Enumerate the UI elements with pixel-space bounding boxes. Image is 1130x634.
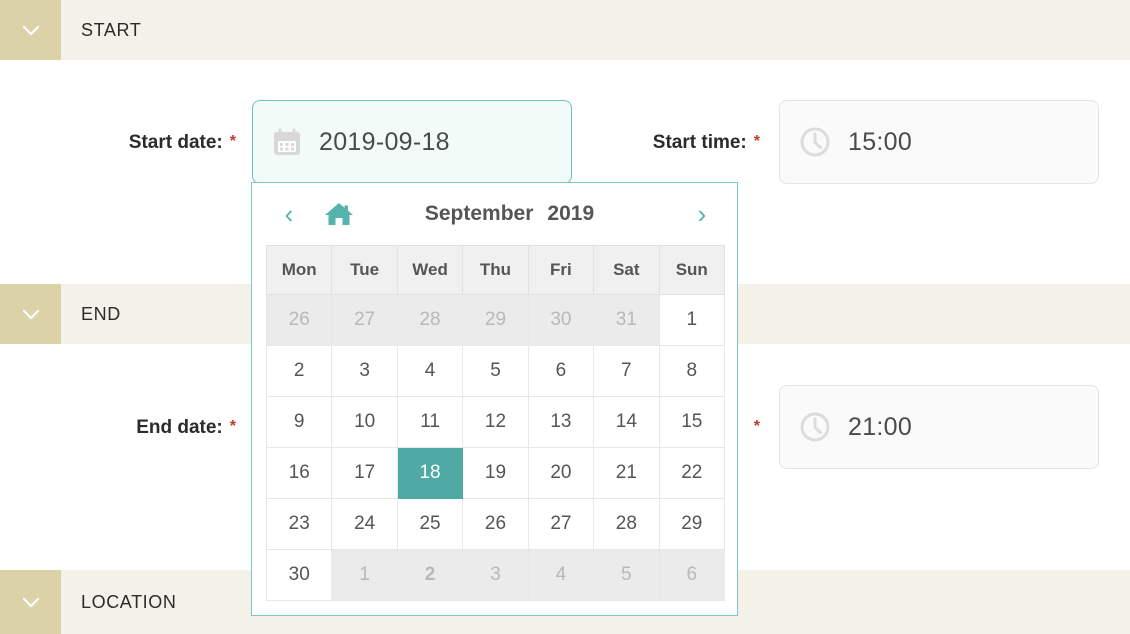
start-time-label: Start time: *	[560, 100, 760, 185]
calendar-day-cell[interactable]: 27	[527, 498, 595, 550]
weekday-header: Sat	[593, 245, 660, 295]
datepicker-month: September	[424, 202, 534, 225]
start-date-required-marker: *	[229, 133, 236, 150]
weekday-header: Mon	[265, 245, 333, 295]
start-date-input[interactable]: 2019-09-18	[252, 100, 572, 184]
end-time-required-marker: *	[753, 418, 760, 435]
section-title-start: START	[81, 19, 142, 40]
calendar-week-row: 9 10 11 12 13 14 15	[265, 396, 726, 448]
end-date-label: End date: *	[0, 385, 236, 470]
weekday-header: Fri	[527, 245, 595, 295]
calendar-day-cell[interactable]: 28	[593, 498, 660, 550]
calendar-day-cell[interactable]: 17	[331, 447, 398, 499]
calendar-week-row: 23 24 25 26 27 28 29	[265, 498, 726, 550]
calendar-day-cell[interactable]: 5	[593, 549, 660, 601]
start-time-input[interactable]: 15:00	[779, 100, 1099, 184]
calendar-day-cell[interactable]: 29	[658, 498, 726, 550]
calendar-day-cell[interactable]: 8	[658, 345, 726, 397]
calendar-day-cell[interactable]: 22	[658, 447, 726, 499]
calendar-day-cell[interactable]: 7	[593, 345, 660, 397]
clock-icon	[800, 127, 830, 157]
calendar-day-cell[interactable]: 30	[265, 549, 333, 601]
chevron-down-icon	[22, 597, 39, 608]
calendar-week-row: 16 17 18 19 20 21 22	[265, 447, 726, 499]
end-date-required-marker: *	[229, 418, 236, 435]
chevron-down-icon	[22, 309, 39, 320]
calendar-day-cell[interactable]: 9	[265, 396, 333, 448]
end-date-label-text: End date:	[136, 417, 223, 438]
calendar-day-cell[interactable]: 19	[462, 447, 529, 499]
start-date-label: Start date: *	[0, 100, 236, 185]
calendar-day-cell[interactable]: 29	[462, 294, 529, 346]
calendar-day-cell[interactable]: 3	[462, 549, 529, 601]
calendar-day-cell[interactable]: 27	[331, 294, 398, 346]
calendar-day-cell[interactable]: 14	[593, 396, 660, 448]
datepicker-year: 2019	[547, 202, 595, 225]
section-title-end: END	[81, 303, 121, 324]
calendar-day-cell[interactable]: 26	[265, 294, 333, 346]
datepicker-popup: ‹ September 2019 › Mon Tue Wed Thu Fri Sa…	[251, 182, 738, 616]
calendar-day-cell[interactable]: 11	[396, 396, 464, 448]
calendar-day-cell[interactable]: 4	[396, 345, 464, 397]
calendar-day-cell[interactable]: 25	[396, 498, 464, 550]
calendar-week-row: 2345678	[265, 345, 726, 397]
start-time-value: 15:00	[848, 127, 913, 156]
datepicker-weeks: 26 27 28 29 30 31 1 2 3 4 5 6 7 8 9 10 11 12 13 14 15 16 17 18 1…	[265, 294, 726, 601]
calendar-day-cell[interactable]: 10	[331, 396, 398, 448]
calendar-day-cell[interactable]: 18	[396, 447, 464, 499]
start-time-label-text: Start time:	[652, 132, 747, 153]
section-toggle-start[interactable]	[0, 0, 61, 60]
calendar-week-row: 26 27 28 29 30 31 1	[265, 294, 726, 346]
calendar-icon	[274, 128, 300, 155]
calendar-day-cell[interactable]: 26	[462, 498, 529, 550]
prev-month-button[interactable]: ‹	[276, 201, 302, 227]
calendar-day-cell[interactable]: 6	[658, 549, 726, 601]
calendar-week-row: 30 1 2 3 4 5 6	[265, 549, 726, 601]
calendar-day-cell[interactable]: 12	[462, 396, 529, 448]
calendar-day-cell[interactable]: 20	[527, 447, 595, 499]
weekday-header: Tue	[331, 245, 398, 295]
section-header-start[interactable]: START	[0, 0, 1130, 60]
start-time-required-marker: *	[753, 133, 760, 150]
end-time-input[interactable]: 21:00	[779, 385, 1099, 469]
calendar-day-cell[interactable]: 28	[396, 294, 464, 346]
weekday-header: Wed	[396, 245, 464, 295]
section-title-location: LOCATION	[81, 591, 177, 612]
calendar-day-cell[interactable]: 4	[527, 549, 595, 601]
weekday-header-row: Mon Tue Wed Thu Fri Sat Sun	[265, 245, 726, 295]
chevron-down-icon	[22, 25, 39, 36]
calendar-day-cell[interactable]: 5	[462, 345, 529, 397]
clock-icon	[800, 412, 830, 442]
calendar-day-cell[interactable]: 2	[396, 549, 464, 601]
datepicker-title: September 2019	[330, 202, 689, 226]
datepicker-grid: Mon Tue Wed Thu Fri Sat Sun 26 27 28 29 30 31…	[265, 245, 726, 601]
end-time-value: 21:00	[848, 412, 913, 441]
start-date-label-text: Start date:	[128, 132, 223, 153]
calendar-day-cell[interactable]: 3	[331, 345, 398, 397]
start-date-value: 2019-09-18	[319, 127, 450, 156]
calendar-day-cell[interactable]: 13	[527, 396, 595, 448]
calendar-day-cell[interactable]: 21	[593, 447, 660, 499]
weekday-header: Sun	[658, 245, 726, 295]
calendar-day-cell[interactable]: 1	[331, 549, 398, 601]
calendar-day-cell[interactable]: 23	[265, 498, 333, 550]
section-toggle-end[interactable]	[0, 284, 61, 344]
section-toggle-location[interactable]	[0, 570, 61, 634]
datepicker-header: ‹ September 2019 ›	[252, 183, 737, 245]
calendar-day-cell[interactable]: 31	[593, 294, 660, 346]
next-month-button[interactable]: ›	[689, 201, 715, 227]
calendar-day-cell[interactable]: 6	[527, 345, 595, 397]
calendar-day-cell[interactable]: 24	[331, 498, 398, 550]
calendar-day-cell[interactable]: 30	[527, 294, 595, 346]
weekday-header: Thu	[462, 245, 529, 295]
calendar-day-cell[interactable]: 2	[265, 345, 333, 397]
calendar-day-cell[interactable]: 16	[265, 447, 333, 499]
calendar-day-cell[interactable]: 15	[658, 396, 726, 448]
calendar-day-cell[interactable]: 1	[658, 294, 726, 346]
